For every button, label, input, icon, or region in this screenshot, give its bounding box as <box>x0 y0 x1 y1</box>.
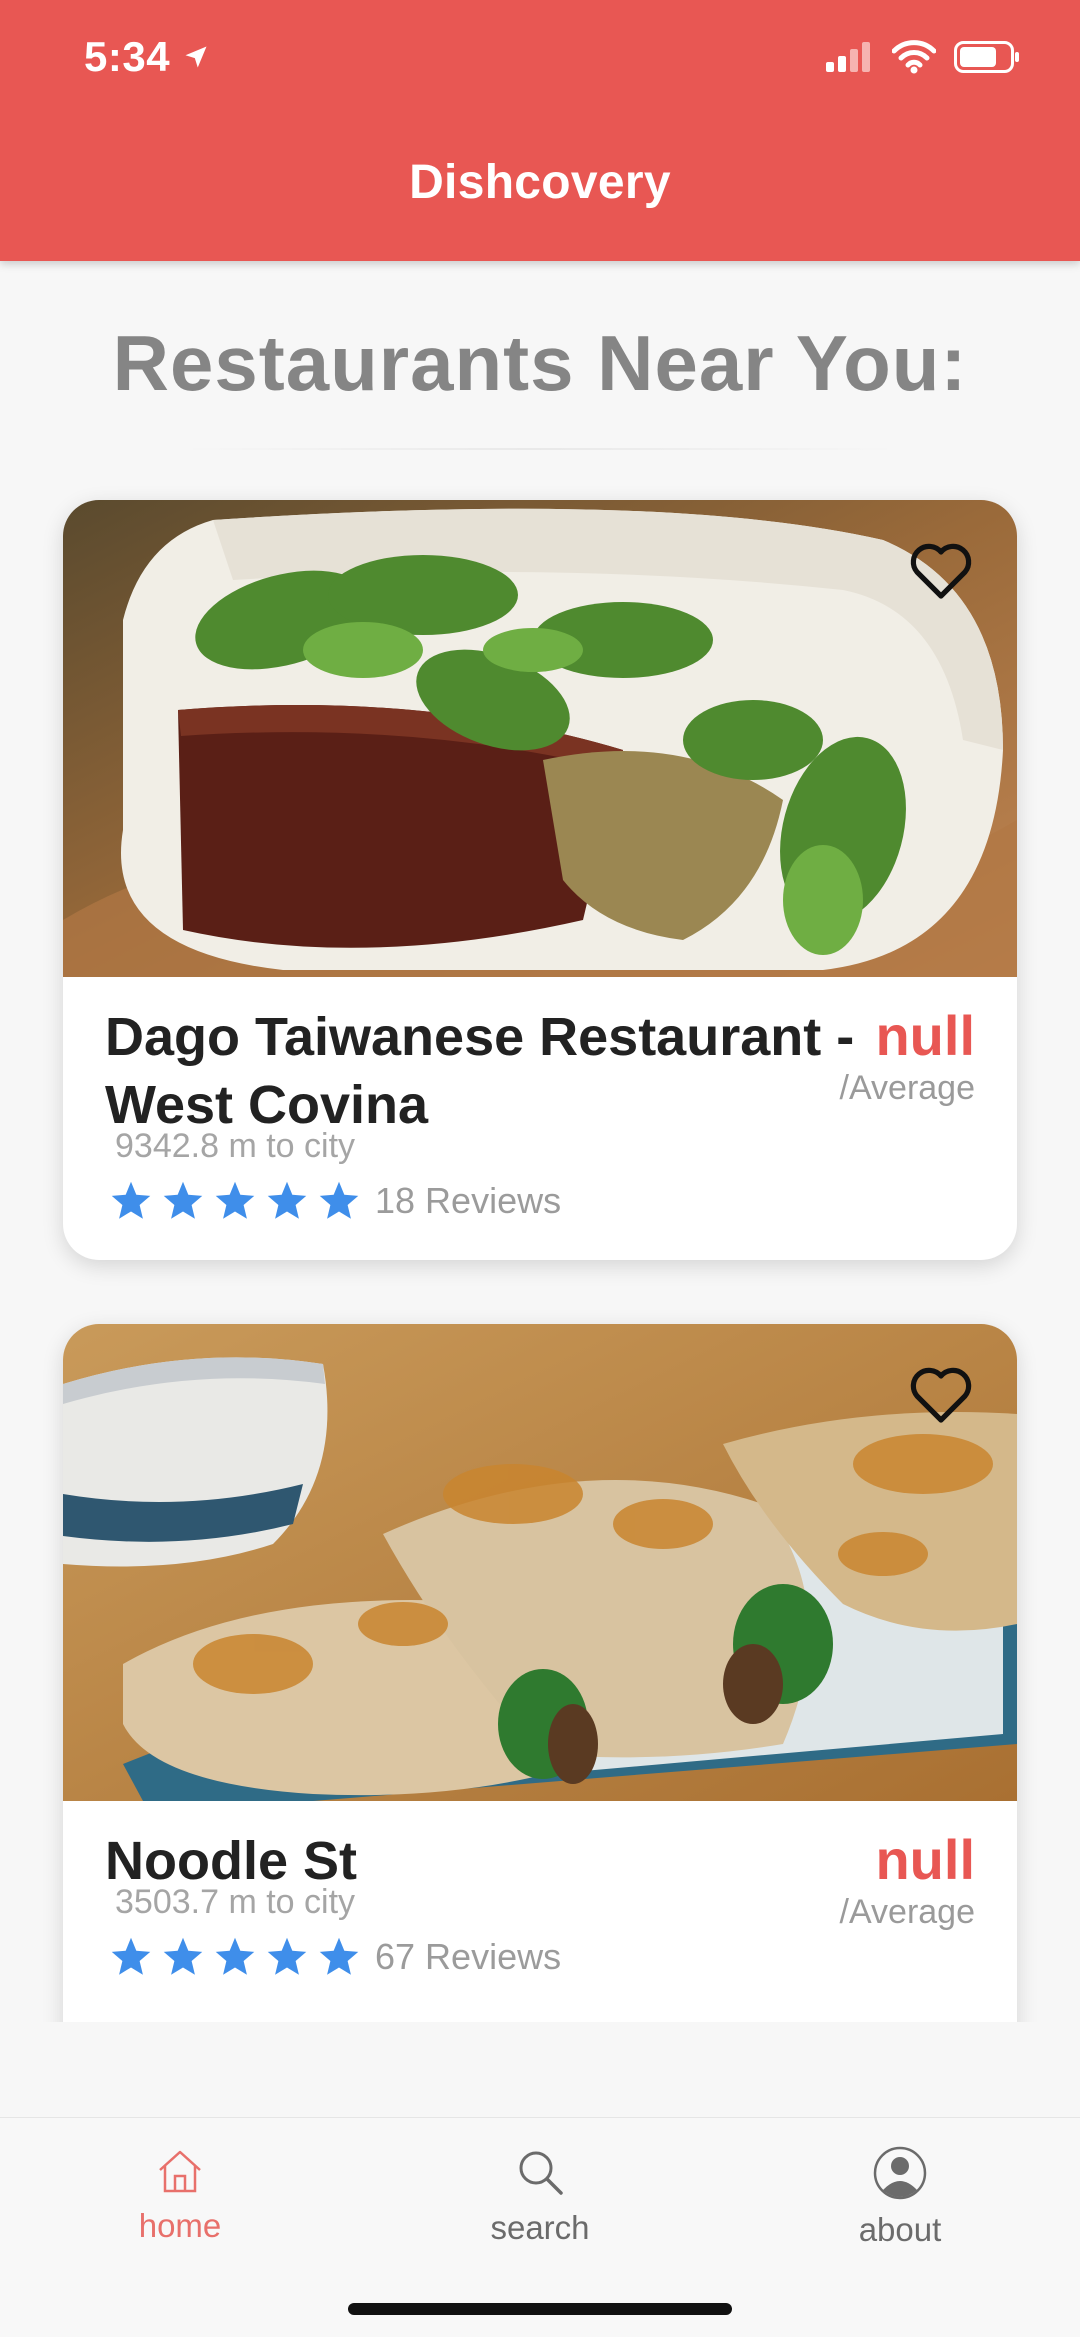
tab-about-label: about <box>858 2211 942 2248</box>
star-icon <box>163 1181 203 1219</box>
star-icon <box>215 1181 255 1219</box>
restaurant-card[interactable]: Dago Taiwanese Restaurant - West Covina … <box>63 500 1017 1260</box>
review-count: 67 Reviews <box>375 1936 562 1977</box>
restaurant-image <box>63 500 1017 977</box>
favorite-heart-icon[interactable] <box>909 542 973 600</box>
rating-row: 18 Reviews <box>109 1179 561 1223</box>
restaurant-card[interactable]: Noodle St null /Average 3503.7 m to city… <box>63 1324 1017 2022</box>
tab-search-label: search <box>490 2209 590 2246</box>
price-label: /Average <box>839 1893 975 1931</box>
home-icon <box>159 2150 201 2193</box>
title-divider <box>180 448 900 450</box>
tab-about[interactable]: about <box>800 2146 1000 2249</box>
star-icon <box>267 1937 307 1975</box>
food-photo-pork-bun <box>63 500 1017 977</box>
restaurant-name: Dago Taiwanese Restaurant - West Covina <box>105 1007 855 1135</box>
tab-home[interactable]: home <box>80 2146 280 2245</box>
food-photo-beef-roll <box>63 1324 1017 1801</box>
status-icons <box>826 40 1020 74</box>
restaurant-price: null <box>875 1004 975 1067</box>
star-rating <box>109 1935 361 1979</box>
tab-search[interactable]: search <box>440 2146 640 2247</box>
restaurant-distance: 3503.7 m to city <box>115 1883 356 1921</box>
status-bar-time: 5:34 <box>84 33 210 81</box>
star-icon <box>111 1181 151 1219</box>
tab-home-label: home <box>138 2207 222 2244</box>
star-icon <box>215 1937 255 1975</box>
star-rating <box>109 1179 361 1223</box>
app-header: 5:34 Dishcovery <box>0 0 1080 261</box>
rating-row: 67 Reviews <box>109 1935 561 1979</box>
restaurant-image <box>63 1324 1017 1801</box>
page-title: Restaurants Near You: <box>112 319 968 407</box>
home-indicator <box>348 2303 732 2315</box>
restaurant-price: null <box>875 1828 975 1891</box>
person-icon <box>873 2146 927 2200</box>
restaurant-distance: 9342.8 m to city <box>115 1127 356 1165</box>
price-label: /Average <box>839 1069 975 1107</box>
location-arrow-icon <box>185 46 207 68</box>
app-title: Dishcovery <box>409 156 671 209</box>
star-icon <box>267 1181 307 1219</box>
card-body: Dago Taiwanese Restaurant - West Covina … <box>63 977 1017 1260</box>
wifi-icon <box>892 40 936 74</box>
card-body: Noodle St null /Average 3503.7 m to city… <box>63 1801 1017 2022</box>
status-time-text: 5:34 <box>84 33 171 80</box>
battery-icon <box>954 41 1019 73</box>
star-icon <box>111 1937 151 1975</box>
favorite-heart-icon[interactable] <box>909 1366 973 1424</box>
review-count: 18 Reviews <box>375 1180 562 1221</box>
restaurant-list[interactable]: Dago Taiwanese Restaurant - West Covina … <box>0 470 1080 2022</box>
star-icon <box>319 1937 359 1975</box>
cellular-signal-icon <box>826 42 870 72</box>
search-icon <box>519 2151 563 2195</box>
star-icon <box>163 1937 203 1975</box>
star-icon <box>319 1181 359 1219</box>
